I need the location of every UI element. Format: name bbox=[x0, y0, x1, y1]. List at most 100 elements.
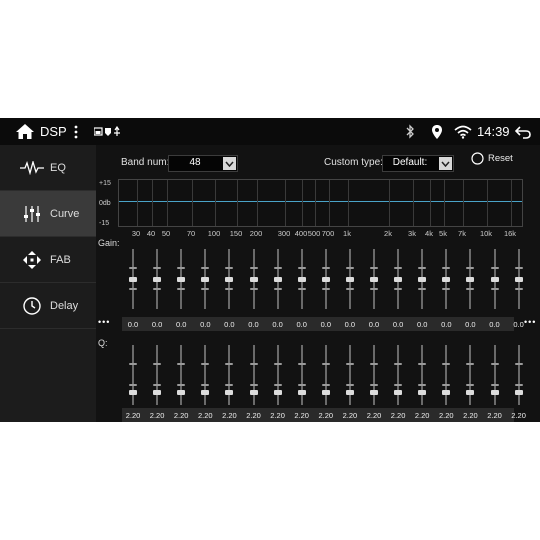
gain-slider[interactable] bbox=[434, 249, 458, 309]
slider-thumb[interactable] bbox=[129, 277, 137, 282]
custom-type-select[interactable]: Default: bbox=[382, 155, 454, 172]
q-slider[interactable] bbox=[458, 345, 482, 405]
gain-slider[interactable] bbox=[483, 249, 507, 309]
gain-slider[interactable] bbox=[266, 249, 290, 309]
gain-slider[interactable] bbox=[362, 249, 386, 309]
bluetooth-icon bbox=[405, 118, 415, 145]
slider-thumb[interactable] bbox=[177, 389, 186, 395]
slider-thumb[interactable] bbox=[394, 277, 403, 282]
gain-slider[interactable] bbox=[314, 249, 338, 309]
slider-thumb[interactable] bbox=[177, 277, 186, 282]
band-num-select[interactable]: 48 bbox=[168, 155, 238, 172]
q-slider[interactable] bbox=[483, 345, 507, 405]
gain-slider[interactable] bbox=[193, 249, 217, 309]
slider-thumb[interactable] bbox=[466, 389, 475, 395]
q-slider[interactable] bbox=[410, 345, 434, 405]
notification-icons bbox=[94, 118, 126, 145]
gain-slider[interactable] bbox=[410, 249, 434, 309]
gain-slider[interactable] bbox=[121, 249, 145, 309]
more-vert-icon[interactable] bbox=[73, 118, 79, 145]
slider-thumb[interactable] bbox=[514, 277, 523, 282]
slider-thumb[interactable] bbox=[345, 277, 354, 282]
slider-thumb[interactable] bbox=[490, 277, 499, 282]
gain-scroll-left-dots[interactable]: ••• bbox=[98, 317, 110, 327]
q-slider[interactable] bbox=[434, 345, 458, 405]
q-slider[interactable] bbox=[217, 345, 241, 405]
slider-thumb[interactable] bbox=[394, 389, 403, 395]
chevron-down-icon bbox=[439, 157, 452, 170]
slider-thumb[interactable] bbox=[225, 277, 234, 282]
back-icon[interactable] bbox=[515, 118, 531, 145]
slider-tick bbox=[514, 267, 523, 269]
slider-thumb[interactable] bbox=[345, 389, 354, 395]
q-slider[interactable] bbox=[169, 345, 193, 405]
slider-thumb[interactable] bbox=[273, 389, 282, 395]
q-slider[interactable] bbox=[338, 345, 362, 405]
curve-x-label: 4k bbox=[425, 229, 433, 238]
slider-thumb[interactable] bbox=[153, 277, 162, 282]
slider-thumb[interactable] bbox=[153, 389, 162, 395]
q-slider[interactable] bbox=[193, 345, 217, 405]
sidebar-item-fab[interactable]: FAB bbox=[0, 237, 96, 283]
gain-slider[interactable] bbox=[169, 249, 193, 309]
slider-tick bbox=[490, 288, 499, 290]
curve-grid-line bbox=[348, 180, 349, 226]
gain-slider[interactable] bbox=[458, 249, 482, 309]
slider-thumb[interactable] bbox=[297, 389, 306, 395]
gain-slider[interactable] bbox=[217, 249, 241, 309]
slider-tick bbox=[394, 288, 403, 290]
slider-thumb[interactable] bbox=[129, 389, 137, 395]
q-slider[interactable] bbox=[362, 345, 386, 405]
gain-slider[interactable] bbox=[338, 249, 362, 309]
slider-thumb[interactable] bbox=[321, 389, 330, 395]
slider-thumb[interactable] bbox=[201, 277, 210, 282]
slider-thumb[interactable] bbox=[466, 277, 475, 282]
slider-tick bbox=[249, 363, 258, 365]
slider-tick bbox=[297, 384, 306, 386]
gain-slider[interactable] bbox=[242, 249, 266, 309]
slider-thumb[interactable] bbox=[418, 389, 427, 395]
slider-track bbox=[445, 345, 448, 405]
sidebar-item-eq[interactable]: EQ bbox=[0, 145, 96, 191]
slider-tick bbox=[442, 288, 451, 290]
slider-thumb[interactable] bbox=[442, 389, 451, 395]
q-value: 2.20 bbox=[438, 410, 454, 420]
sidebar-item-curve[interactable]: Curve bbox=[0, 191, 96, 237]
slider-thumb[interactable] bbox=[442, 277, 451, 282]
slider-thumb[interactable] bbox=[225, 389, 234, 395]
slider-thumb[interactable] bbox=[273, 277, 282, 282]
gain-slider[interactable] bbox=[145, 249, 169, 309]
reset-button[interactable]: Reset bbox=[471, 152, 513, 165]
gain-slider[interactable] bbox=[386, 249, 410, 309]
slider-thumb[interactable] bbox=[418, 277, 427, 282]
slider-thumb[interactable] bbox=[249, 277, 258, 282]
q-slider[interactable] bbox=[507, 345, 531, 405]
q-slider[interactable] bbox=[314, 345, 338, 405]
slider-thumb[interactable] bbox=[370, 277, 378, 282]
q-slider[interactable] bbox=[145, 345, 169, 405]
home-icon[interactable] bbox=[15, 118, 35, 145]
q-slider[interactable] bbox=[121, 345, 145, 405]
slider-tick bbox=[466, 267, 475, 269]
curve-grid-line bbox=[315, 180, 316, 226]
q-slider[interactable] bbox=[386, 345, 410, 405]
slider-thumb[interactable] bbox=[490, 389, 499, 395]
slider-track bbox=[397, 345, 400, 405]
slider-tick bbox=[129, 288, 137, 290]
sidebar-item-delay[interactable]: Delay bbox=[0, 283, 96, 329]
gain-value-row: 0.0 0.0 0.0 0.0 0.0 0.0 0.0 0.0 0.0 0.0 0.0 0.0 0.0 0… bbox=[122, 317, 524, 331]
gain-slider[interactable] bbox=[507, 249, 531, 309]
q-value-row: 2.20 2.20 2.20 2.20 2.20 2.20 2.20 2.20 2.20 2.20… bbox=[122, 408, 526, 422]
slider-thumb[interactable] bbox=[321, 277, 330, 282]
slider-thumb[interactable] bbox=[370, 389, 378, 395]
slider-thumb[interactable] bbox=[249, 389, 258, 395]
slider-track bbox=[132, 345, 134, 405]
q-slider[interactable] bbox=[266, 345, 290, 405]
slider-thumb[interactable] bbox=[297, 277, 306, 282]
q-slider[interactable] bbox=[290, 345, 314, 405]
gain-slider[interactable] bbox=[290, 249, 314, 309]
slider-thumb[interactable] bbox=[201, 389, 210, 395]
gain-value: 0.0 bbox=[416, 319, 428, 329]
q-slider[interactable] bbox=[242, 345, 266, 405]
slider-thumb[interactable] bbox=[514, 389, 523, 395]
